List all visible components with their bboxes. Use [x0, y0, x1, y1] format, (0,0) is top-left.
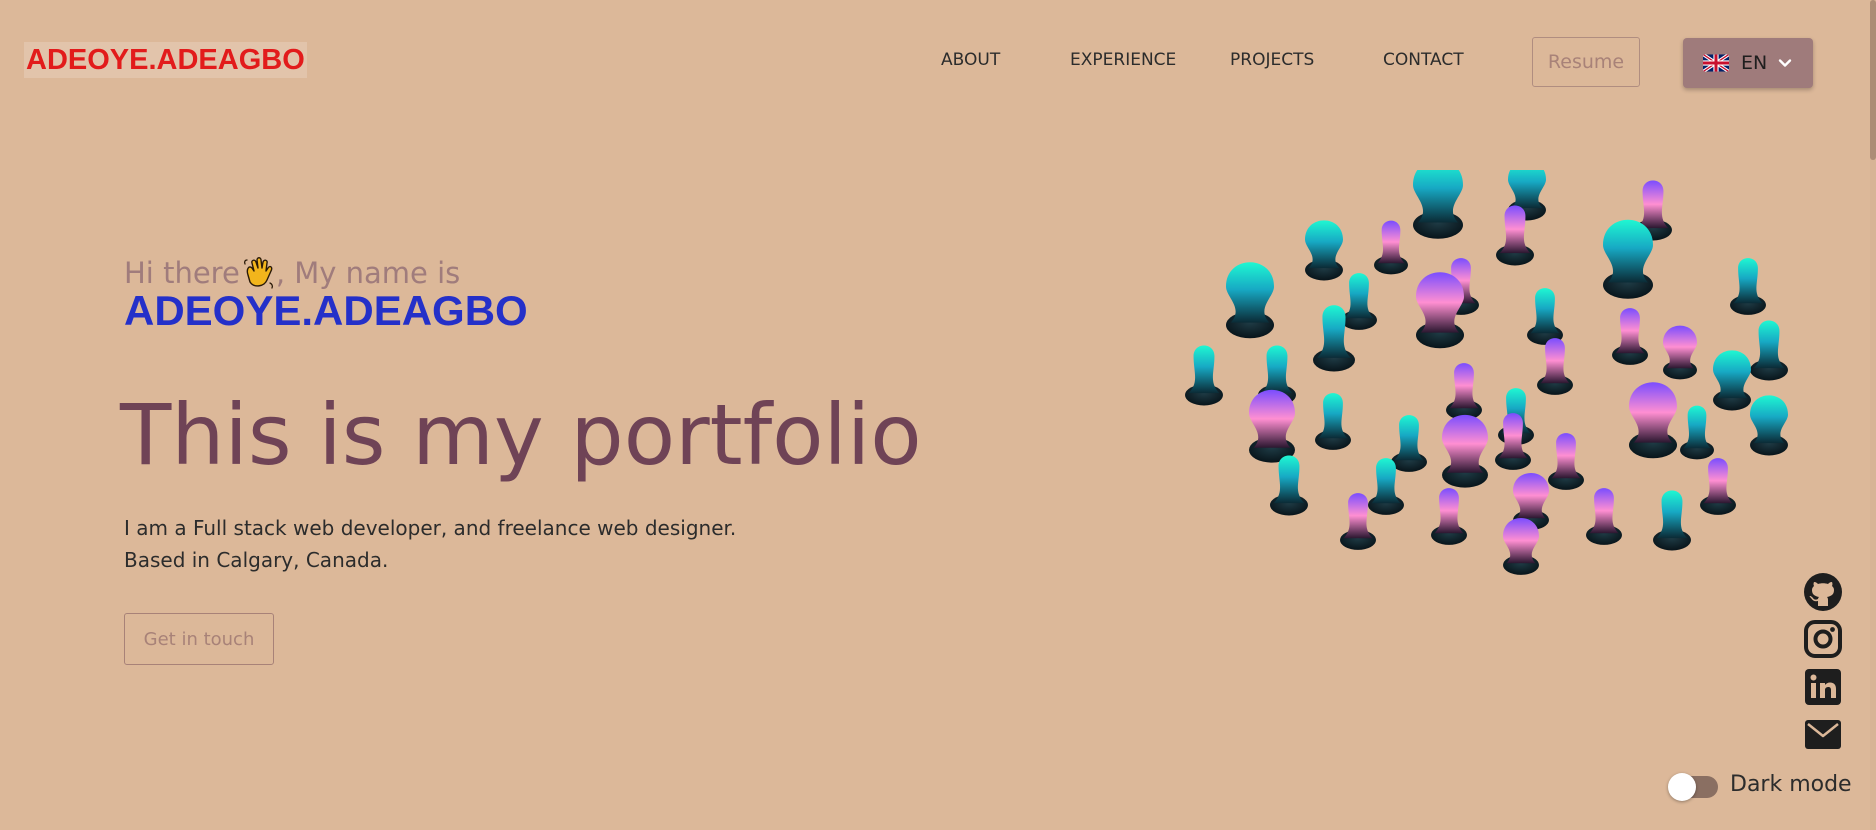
linkedin-icon	[1805, 669, 1841, 705]
decorative-blob	[1612, 308, 1648, 365]
decorative-blob	[1315, 393, 1351, 450]
blob-body	[1394, 415, 1424, 461]
email-icon	[1805, 720, 1841, 749]
decorative-blob	[1750, 395, 1788, 456]
blob-body	[1530, 288, 1560, 334]
description-line: I am a Full stack web developer, and fre…	[124, 516, 737, 540]
uk-flag-icon	[1703, 54, 1729, 72]
blob-body	[1305, 220, 1343, 269]
instagram-icon	[1804, 620, 1842, 658]
blob-body	[1188, 345, 1220, 394]
blob-body	[1589, 488, 1619, 534]
linkedin-link[interactable]	[1803, 667, 1843, 707]
blob-body	[1513, 472, 1549, 519]
toggle-knob	[1668, 773, 1696, 801]
decorative-blob	[1305, 220, 1343, 281]
github-link[interactable]	[1803, 572, 1843, 612]
blob-body	[1703, 458, 1733, 504]
decorative-blob	[1730, 258, 1766, 315]
nav-projects[interactable]: PROJECTS	[1230, 50, 1314, 70]
blob-body	[1750, 395, 1788, 444]
blob-body	[1318, 393, 1348, 439]
decorative-blob-illustration	[1185, 170, 1788, 575]
site-logo[interactable]: ADEOYE.ADEAGBO	[24, 42, 307, 78]
blob-body	[1656, 490, 1688, 539]
page-scrollbar[interactable]	[1870, 0, 1876, 830]
blob-body	[1663, 325, 1697, 369]
blob-body	[1416, 272, 1464, 333]
decorative-blob	[1586, 488, 1622, 545]
decorative-blob	[1446, 363, 1482, 420]
hero-description: I am a Full stack web developer, and fre…	[124, 512, 736, 576]
description-line: Based in Calgary, Canada.	[124, 548, 389, 572]
nav-experience[interactable]: EXPERIENCE	[1070, 50, 1176, 70]
blob-body	[1449, 363, 1479, 409]
email-link[interactable]	[1803, 714, 1843, 754]
blob-body	[1683, 405, 1711, 449]
blob-body	[1442, 414, 1488, 473]
blob-body	[1637, 180, 1669, 229]
decorative-blob	[1680, 405, 1714, 460]
blob-body	[1261, 345, 1293, 394]
get-in-touch-button[interactable]: Get in touch	[124, 613, 274, 665]
decorative-blob	[1537, 338, 1573, 395]
decorative-blob	[1629, 382, 1677, 459]
blob-body	[1413, 170, 1463, 223]
decorative-blob	[1185, 345, 1223, 406]
blob-body	[1603, 219, 1653, 283]
dark-mode-label: Dark mode	[1730, 772, 1852, 797]
decorative-blob	[1700, 458, 1736, 515]
decorative-blob	[1431, 488, 1467, 545]
blob-body	[1317, 305, 1351, 358]
chevron-down-icon	[1779, 59, 1792, 67]
decorative-blob	[1713, 350, 1751, 411]
decorative-blob	[1341, 273, 1377, 330]
blob-body	[1615, 308, 1645, 354]
resume-button[interactable]: Resume	[1532, 37, 1640, 87]
github-icon	[1804, 573, 1842, 611]
blob-body	[1551, 433, 1581, 479]
blob-body	[1753, 320, 1785, 369]
blob-body	[1273, 455, 1305, 504]
blob-body	[1344, 273, 1374, 319]
decorative-blob	[1374, 220, 1408, 275]
blob-body	[1343, 493, 1373, 539]
blob-body	[1226, 262, 1274, 323]
blob-body	[1377, 220, 1405, 264]
decorative-blob	[1270, 455, 1308, 516]
decorative-blob	[1413, 170, 1463, 239]
blob-body	[1508, 170, 1546, 209]
hero-headline: This is my portfolio	[120, 386, 922, 484]
decorative-blob	[1527, 288, 1563, 345]
decorative-blob	[1416, 272, 1464, 349]
blob-body	[1629, 382, 1677, 443]
language-code: EN	[1741, 52, 1768, 74]
nav-contact[interactable]: CONTACT	[1383, 50, 1464, 70]
nav-about[interactable]: ABOUT	[941, 50, 1000, 70]
dark-mode-toggle[interactable]	[1668, 773, 1718, 801]
decorative-blob	[1391, 415, 1427, 472]
instagram-link[interactable]	[1803, 619, 1843, 659]
blob-body	[1713, 350, 1751, 399]
decorative-blob	[1653, 490, 1691, 551]
blob-body	[1249, 389, 1295, 448]
blob-body	[1503, 517, 1539, 564]
decorative-blob	[1442, 414, 1488, 488]
blob-body	[1434, 488, 1464, 534]
decorative-blob	[1750, 320, 1788, 381]
scrollbar-thumb[interactable]	[1870, 0, 1876, 160]
decorative-blob	[1249, 389, 1295, 463]
decorative-blob	[1663, 325, 1697, 380]
language-selector[interactable]: EN	[1683, 38, 1813, 88]
blob-body	[1733, 258, 1763, 304]
hero-name: ADEOYE.ADEAGBO	[124, 287, 528, 334]
decorative-blob	[1548, 433, 1584, 490]
decorative-blob	[1503, 517, 1539, 575]
decorative-blob	[1226, 262, 1274, 339]
decorative-blob	[1603, 219, 1653, 299]
